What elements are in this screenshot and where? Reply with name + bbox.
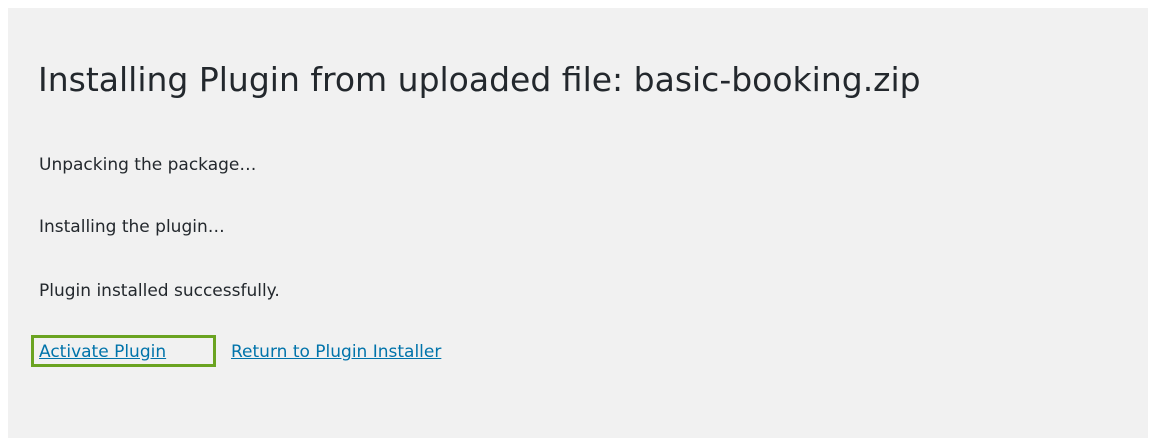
page-title: Installing Plugin from uploaded file: ba… [38,60,921,99]
return-to-plugin-installer-link[interactable]: Return to Plugin Installer [231,341,441,363]
log-line-success: Plugin installed successfully. [39,281,280,301]
log-line-unpacking: Unpacking the package… [39,155,257,175]
log-line-installing: Installing the plugin… [39,217,225,237]
content-panel: Installing Plugin from uploaded file: ba… [8,8,1148,438]
activate-plugin-link[interactable]: Activate Plugin [39,341,166,363]
